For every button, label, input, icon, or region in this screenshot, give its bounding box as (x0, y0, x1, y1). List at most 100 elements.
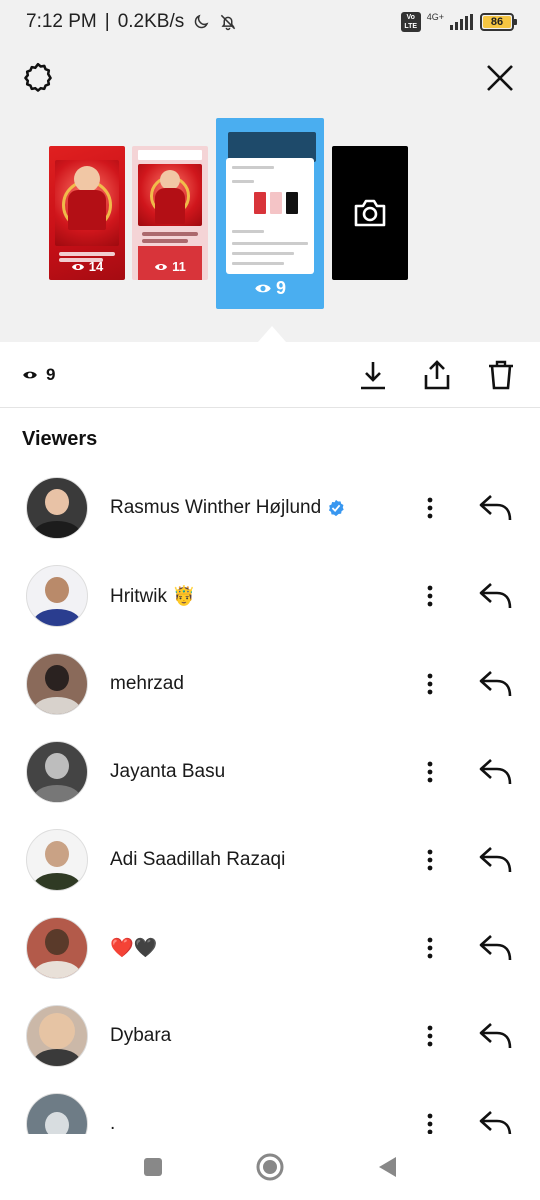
viewer-row[interactable]: Adi Saadillah Razaqi (0, 816, 540, 904)
more-vertical-icon (427, 1113, 433, 1134)
reply-icon (479, 935, 512, 961)
volte-badge: Vo LTE (400, 12, 421, 32)
more-options-button[interactable] (414, 576, 446, 616)
recents-button[interactable] (138, 1152, 168, 1182)
more-vertical-icon (427, 497, 433, 519)
more-options-button[interactable] (414, 928, 446, 968)
viewer-row[interactable]: ❤️🖤 (0, 904, 540, 992)
more-vertical-icon (427, 937, 433, 959)
avatar (26, 829, 88, 891)
viewer-list: Rasmus Winther Højlund Hritwik 🤴 mehrzad… (0, 464, 540, 1134)
back-button[interactable] (372, 1152, 402, 1182)
reply-button[interactable] (476, 840, 516, 880)
avatar (26, 1093, 88, 1134)
reply-button[interactable] (476, 576, 516, 616)
more-options-button[interactable] (414, 752, 446, 792)
reply-button[interactable] (476, 928, 516, 968)
story-action-row: 9 (0, 342, 540, 408)
eye-icon (255, 284, 271, 293)
network-type: 4G+ (426, 12, 444, 22)
verified-badge-icon (329, 499, 344, 517)
trash-icon (489, 360, 513, 389)
settings-button[interactable] (18, 58, 58, 98)
more-options-button[interactable] (414, 664, 446, 704)
viewer-row[interactable]: Hritwik 🤴 (0, 552, 540, 640)
battery-level: 86 (483, 16, 511, 28)
selection-pointer (258, 326, 286, 342)
viewer-name: . (110, 1113, 116, 1134)
viewer-row[interactable]: . (0, 1080, 540, 1134)
home-button[interactable] (255, 1152, 285, 1182)
camera-icon (354, 199, 386, 227)
more-vertical-icon (427, 585, 433, 607)
story-thumbnail-2[interactable]: 11 (132, 146, 208, 280)
reply-button[interactable] (476, 488, 516, 528)
avatar (26, 477, 88, 539)
viewer-name: Dybara (110, 1025, 172, 1046)
avatar (26, 565, 88, 627)
story-view-count: 9 (216, 278, 324, 299)
eye-icon (155, 263, 168, 270)
avatar (26, 741, 88, 803)
reply-icon (479, 495, 512, 521)
download-icon (361, 361, 385, 389)
more-options-button[interactable] (414, 840, 446, 880)
viewer-row[interactable]: mehrzad (0, 640, 540, 728)
more-options-button[interactable] (414, 1104, 446, 1134)
reply-button[interactable] (476, 1016, 516, 1056)
viewer-count: 9 (22, 365, 55, 385)
reply-icon (479, 847, 512, 873)
circle-home-icon (256, 1153, 284, 1181)
viewer-name: ❤️🖤 (110, 938, 158, 959)
avatar (26, 1005, 88, 1067)
battery-indicator: 86 (480, 13, 517, 31)
reply-button[interactable] (476, 1104, 516, 1134)
story-view-count: 14 (49, 259, 125, 274)
square-icon (144, 1158, 162, 1176)
status-separator: | (104, 11, 110, 32)
viewer-row[interactable]: Rasmus Winther Højlund (0, 464, 540, 552)
reply-icon (479, 1111, 512, 1134)
reply-icon (479, 1023, 512, 1049)
reply-icon (479, 671, 512, 697)
bell-muted-icon (221, 14, 236, 31)
status-right: Vo LTE 4G+ 86 (400, 12, 517, 32)
reply-icon (479, 759, 512, 785)
avatar (26, 917, 88, 979)
more-options-button[interactable] (414, 1016, 446, 1056)
more-options-button[interactable] (414, 488, 446, 528)
status-speed: 0.2KB/s (117, 11, 185, 32)
moon-icon (195, 14, 209, 29)
viewer-name: mehrzad (110, 673, 184, 694)
viewer-name: Rasmus Winther Højlund (110, 497, 345, 519)
share-icon (424, 359, 450, 389)
viewer-row[interactable]: Dybara (0, 992, 540, 1080)
download-button[interactable] (356, 358, 390, 392)
eye-icon (23, 371, 37, 378)
system-nav-bar (0, 1134, 540, 1200)
status-left: 7:12 PM | 0.2KB/s (26, 11, 238, 33)
signal-icon (450, 14, 473, 30)
viewer-name: Hritwik 🤴 (110, 586, 196, 607)
add-story-camera-button[interactable] (332, 146, 408, 280)
close-button[interactable] (480, 58, 520, 98)
viewer-name: Jayanta Basu (110, 761, 226, 782)
share-button[interactable] (420, 358, 454, 392)
reply-icon (479, 583, 512, 609)
eye-icon (71, 263, 84, 270)
gear-icon (24, 62, 52, 92)
reply-button[interactable] (476, 664, 516, 704)
status-time: 7:12 PM (26, 11, 97, 32)
more-vertical-icon (427, 673, 433, 695)
more-vertical-icon (427, 761, 433, 783)
delete-button[interactable] (484, 358, 518, 392)
close-icon (487, 65, 513, 91)
story-content-card (226, 158, 314, 274)
reply-button[interactable] (476, 752, 516, 792)
story-thumbnail-1[interactable]: 14 (49, 146, 125, 280)
viewer-row[interactable]: Jayanta Basu (0, 728, 540, 816)
more-vertical-icon (427, 849, 433, 871)
viewers-heading: Viewers (22, 428, 98, 450)
story-image (55, 160, 119, 246)
story-thumbnail-selected[interactable]: 9 (216, 118, 324, 309)
